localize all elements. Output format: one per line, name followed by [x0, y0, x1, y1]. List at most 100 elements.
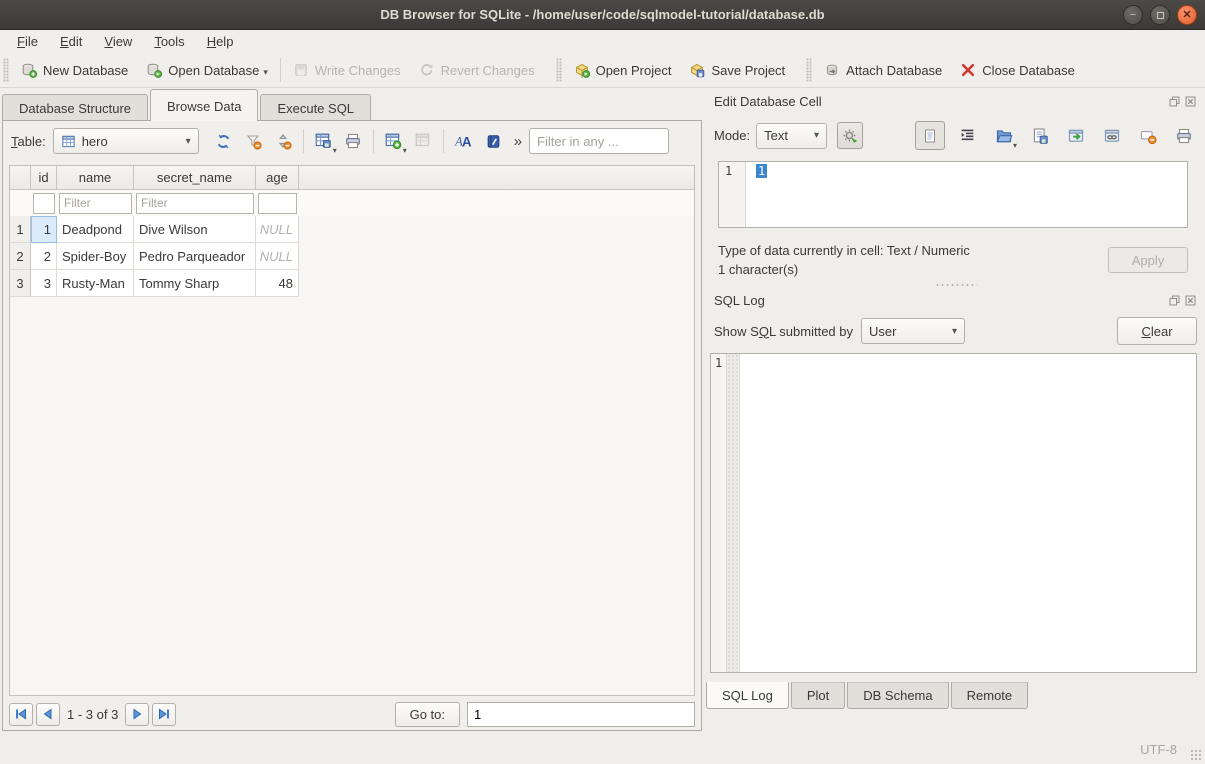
- print-button[interactable]: [340, 128, 367, 154]
- save-table-button[interactable]: ▾: [310, 128, 337, 154]
- dock-close-icon[interactable]: [1184, 95, 1197, 108]
- next-page-button[interactable]: [125, 703, 149, 726]
- bottom-tab-db-schema[interactable]: DB Schema: [847, 682, 948, 709]
- cell-age[interactable]: 48: [256, 270, 299, 297]
- goto-input[interactable]: [467, 702, 695, 727]
- status-bar: UTF-8: [0, 735, 1205, 764]
- dock-close-icon[interactable]: [1184, 294, 1197, 307]
- text-mode-toggle-button[interactable]: [915, 121, 945, 150]
- close-button[interactable]: ✕: [1177, 5, 1197, 25]
- open-project-button[interactable]: Open Project: [565, 57, 681, 83]
- column-header-age[interactable]: age: [256, 166, 299, 189]
- browse-data-panel: Table: hero ▾ ▾: [2, 120, 702, 731]
- cell-editor-content[interactable]: 1: [746, 162, 1187, 227]
- cell-name[interactable]: Spider-Boy: [57, 243, 134, 270]
- tab-database-structure[interactable]: Database Structure: [2, 94, 148, 121]
- window-resize-grip[interactable]: [1190, 749, 1202, 761]
- mode-select[interactable]: Text ▾: [756, 123, 827, 149]
- open-database-dropdown-arrow[interactable]: ▾: [263, 67, 268, 78]
- clear-sort-button[interactable]: [270, 128, 297, 154]
- export-cell-data-button[interactable]: [1026, 123, 1053, 149]
- clear-log-button[interactable]: Clear: [1117, 317, 1197, 345]
- bottom-tab-remote[interactable]: Remote: [951, 682, 1029, 709]
- menu-tools[interactable]: Tools: [143, 32, 195, 51]
- print-cell-button[interactable]: [1170, 123, 1197, 149]
- title-bar[interactable]: DB Browser for SQLite - /home/user/code/…: [0, 0, 1205, 30]
- sql-log-editor[interactable]: 1: [710, 353, 1197, 673]
- minimize-button[interactable]: −: [1123, 5, 1143, 25]
- font-settings-button[interactable]: AA: [450, 128, 477, 154]
- cell-age[interactable]: NULL: [256, 216, 299, 243]
- copy-link-button[interactable]: [1098, 123, 1125, 149]
- column-header-name[interactable]: name: [57, 166, 134, 189]
- cell-id[interactable]: 2: [31, 243, 57, 270]
- save-project-button[interactable]: Save Project: [680, 57, 794, 83]
- new-database-button[interactable]: New Database: [12, 57, 137, 83]
- sql-source-select[interactable]: User ▾: [861, 318, 965, 344]
- cell-id[interactable]: 1: [31, 216, 57, 243]
- cell-name[interactable]: Deadpond: [57, 216, 134, 243]
- goto-button[interactable]: Go to:: [395, 702, 460, 727]
- font-icon: AA: [454, 132, 472, 150]
- edit-cell-dock-titlebar[interactable]: Edit Database Cell: [706, 88, 1205, 113]
- row-number[interactable]: 3: [10, 270, 31, 297]
- set-null-button[interactable]: [1134, 123, 1161, 149]
- filter-any-column-input[interactable]: [529, 128, 669, 154]
- cell-name[interactable]: Rusty-Man: [57, 270, 134, 297]
- first-page-button[interactable]: [9, 703, 33, 726]
- dock-splitter[interactable]: [706, 279, 1205, 291]
- cell-secret-name[interactable]: Dive Wilson: [134, 216, 256, 243]
- attach-database-button[interactable]: Attach Database: [815, 57, 951, 83]
- toolbar-drag-handle[interactable]: [556, 58, 562, 82]
- sql-log-content[interactable]: [740, 354, 1196, 672]
- menu-help[interactable]: Help: [196, 32, 245, 51]
- open-folder-icon: [995, 127, 1013, 145]
- tab-execute-sql[interactable]: Execute SQL: [260, 94, 371, 121]
- column-header-id[interactable]: id: [31, 166, 57, 189]
- word-wrap-button[interactable]: [954, 123, 981, 149]
- menu-file[interactable]: File: [6, 32, 49, 51]
- open-database-button[interactable]: Open Database ▾: [137, 57, 277, 83]
- cell-secret-name[interactable]: Pedro Parqueador: [134, 243, 256, 270]
- sql-log-dock-titlebar[interactable]: SQL Log: [706, 291, 1205, 312]
- filter-input-id[interactable]: [33, 193, 55, 214]
- open-in-external-button[interactable]: [1062, 123, 1089, 149]
- table-label: Table:: [11, 134, 46, 149]
- bottom-tab-sql-log[interactable]: SQL Log: [706, 682, 789, 709]
- import-cell-data-button[interactable]: ▾: [990, 123, 1017, 149]
- toolbar-overflow-chevron[interactable]: »: [510, 133, 526, 150]
- menu-edit[interactable]: Edit: [49, 32, 93, 51]
- toolbar-drag-handle[interactable]: [806, 58, 812, 82]
- cell-secret-name[interactable]: Tommy Sharp: [134, 270, 256, 297]
- column-header-secret-name[interactable]: secret_name: [134, 166, 256, 189]
- auto-format-button[interactable]: [837, 122, 863, 149]
- menu-view[interactable]: View: [93, 32, 143, 51]
- cell-age[interactable]: NULL: [256, 243, 299, 270]
- filter-input-secret-name[interactable]: [136, 193, 254, 214]
- dock-float-icon[interactable]: [1168, 294, 1181, 307]
- close-database-button[interactable]: Close Database: [951, 57, 1084, 83]
- row-number[interactable]: 1: [10, 216, 31, 243]
- refresh-icon: [215, 133, 232, 150]
- row-number[interactable]: 2: [10, 243, 31, 270]
- bottom-tab-plot[interactable]: Plot: [791, 682, 845, 709]
- filter-input-age[interactable]: [258, 193, 297, 214]
- cell-info: Type of data currently in cell: Text / N…: [706, 228, 1205, 279]
- cell-id[interactable]: 3: [31, 270, 57, 297]
- clear-filters-button[interactable]: [240, 128, 267, 154]
- refresh-button[interactable]: [210, 128, 237, 154]
- table-select[interactable]: hero ▾: [53, 128, 199, 154]
- toolbar-separator: [443, 129, 444, 153]
- toolbar-drag-handle[interactable]: [3, 58, 9, 82]
- dock-float-icon[interactable]: [1168, 95, 1181, 108]
- maximize-button[interactable]: [1150, 5, 1170, 25]
- filter-input-name[interactable]: [59, 193, 132, 214]
- last-page-button[interactable]: [152, 703, 176, 726]
- insert-record-button[interactable]: ▾: [380, 128, 407, 154]
- find-in-table-button[interactable]: [480, 128, 507, 154]
- tab-browse-data[interactable]: Browse Data: [150, 89, 258, 121]
- cell-editor-icons: ▾: [915, 121, 1197, 150]
- new-record-icon: [384, 132, 402, 150]
- previous-page-button[interactable]: [36, 703, 60, 726]
- cell-editor[interactable]: 1 1: [718, 161, 1188, 228]
